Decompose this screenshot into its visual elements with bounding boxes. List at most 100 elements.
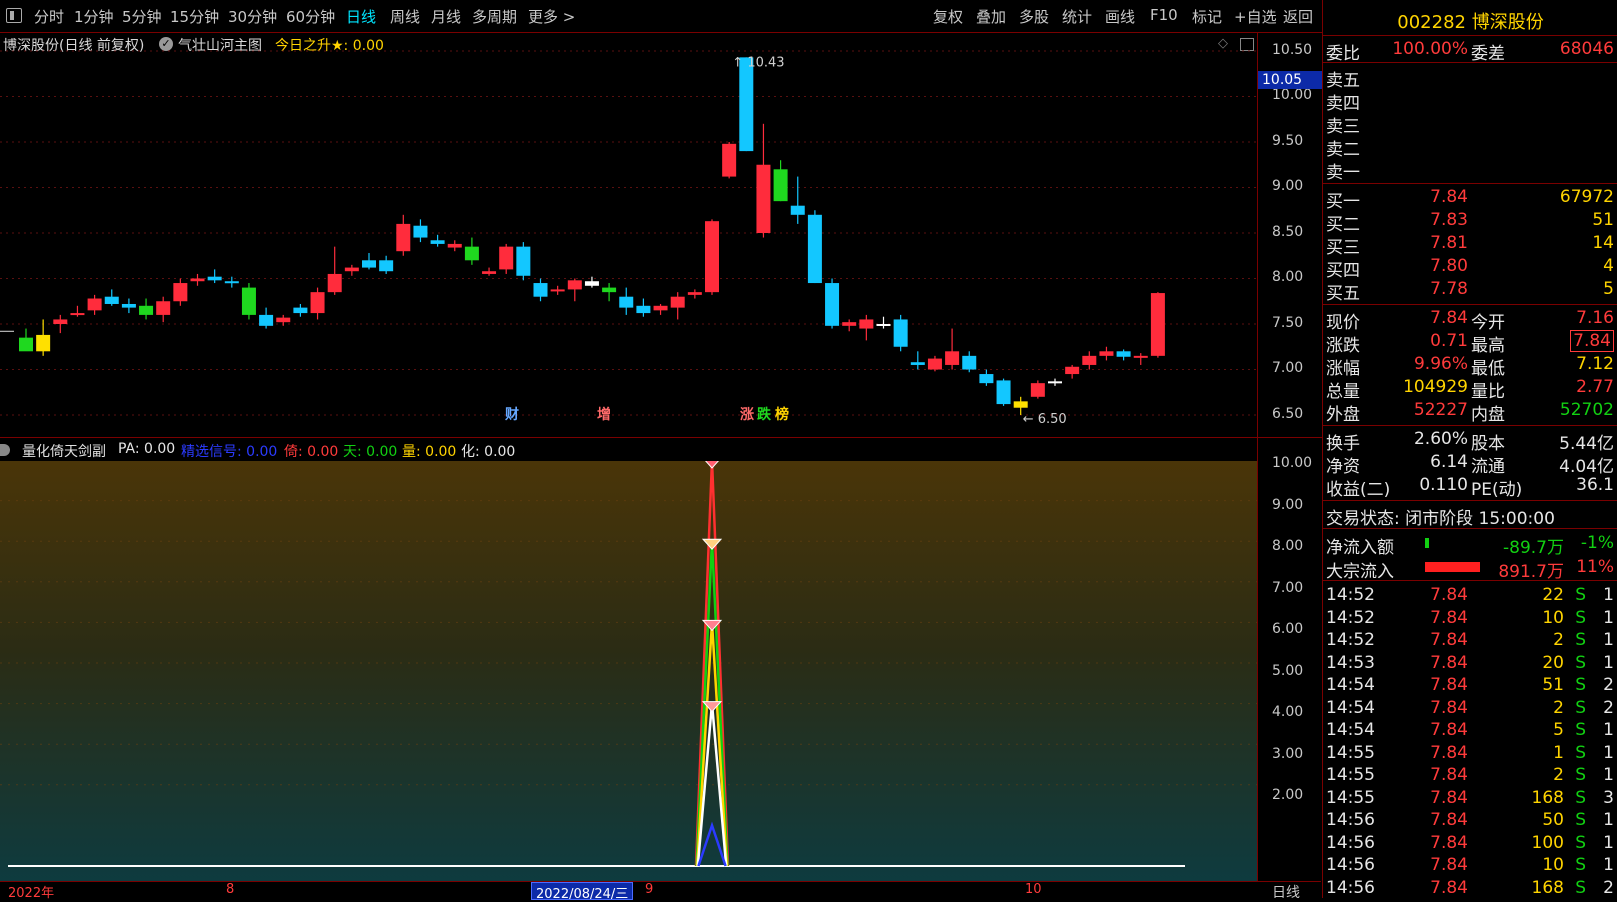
candle[interactable] (996, 378, 1011, 406)
candle[interactable] (156, 296, 171, 323)
candle-body (36, 334, 51, 352)
candle[interactable] (756, 123, 771, 238)
period-multi[interactable]: 多周期 (472, 6, 517, 27)
candle[interactable] (790, 176, 805, 224)
candle[interactable] (705, 219, 719, 295)
period-fenshi[interactable]: 分时 (34, 6, 64, 27)
candle[interactable] (567, 278, 582, 302)
candle[interactable] (927, 355, 942, 372)
candle[interactable] (859, 314, 874, 341)
candle[interactable] (259, 307, 274, 329)
candle[interactable] (396, 214, 411, 256)
candle[interactable] (893, 314, 908, 352)
period-week[interactable]: 周线 (390, 6, 420, 27)
candle[interactable] (602, 283, 617, 302)
candle[interactable] (70, 305, 85, 317)
fuquan-button[interactable]: 复权 (933, 6, 963, 27)
period-30min[interactable]: 30分钟 (228, 6, 277, 27)
candle[interactable] (584, 276, 599, 288)
period-5min[interactable]: 5分钟 (122, 6, 162, 27)
candle[interactable] (910, 351, 925, 370)
candle[interactable] (241, 283, 256, 320)
candle[interactable] (619, 287, 634, 315)
marker-cai[interactable]: 财 (504, 406, 519, 423)
candle[interactable] (670, 292, 685, 320)
stat2-value: 6.14 (1430, 452, 1468, 472)
candle[interactable] (1133, 353, 1148, 365)
candle[interactable] (533, 278, 548, 302)
period-more[interactable]: 更多 > (528, 6, 575, 27)
candle[interactable] (104, 289, 119, 306)
candle[interactable] (1048, 378, 1062, 386)
candle[interactable] (190, 273, 205, 286)
candle[interactable] (876, 316, 891, 329)
candle[interactable] (1082, 351, 1097, 370)
candle[interactable] (842, 319, 857, 332)
overlay-button[interactable]: 叠加 (976, 6, 1006, 27)
candle[interactable] (807, 210, 822, 284)
candle[interactable] (825, 278, 840, 329)
candle[interactable] (362, 253, 376, 270)
candle[interactable] (344, 264, 359, 276)
candle[interactable] (464, 237, 479, 265)
candle[interactable] (722, 142, 737, 179)
candle[interactable] (516, 242, 531, 281)
candle[interactable] (1150, 292, 1165, 358)
candle[interactable] (139, 298, 154, 320)
candle[interactable] (550, 285, 565, 295)
candle[interactable] (53, 314, 68, 334)
candle[interactable] (499, 243, 514, 274)
candle[interactable] (482, 267, 497, 276)
indicator-toggle-icon[interactable] (0, 444, 10, 456)
candle[interactable] (379, 255, 394, 274)
candle[interactable] (224, 276, 239, 288)
candle[interactable] (293, 303, 308, 317)
candle[interactable] (207, 269, 222, 284)
candle[interactable] (19, 328, 33, 352)
marker-die[interactable]: 跌 (757, 407, 772, 423)
marker-zeng[interactable]: 增 (597, 406, 611, 423)
candle[interactable] (310, 287, 325, 320)
candle[interactable] (739, 57, 754, 152)
period-day[interactable]: 日线 (346, 6, 376, 27)
candlestick-chart[interactable]: ↑ 10.43 ← 6.50 财 增 涨跌榜 (0, 33, 1257, 437)
candle[interactable] (962, 351, 977, 373)
candle[interactable] (773, 160, 788, 202)
candle[interactable] (173, 278, 188, 306)
stats-button[interactable]: 统计 (1062, 6, 1092, 27)
candle[interactable] (447, 240, 462, 252)
period-month[interactable]: 月线 (431, 6, 461, 27)
f10-button[interactable]: F10 (1150, 6, 1178, 24)
add-watchlist-button[interactable]: +自选 (1234, 6, 1277, 27)
candle[interactable] (653, 303, 668, 315)
candle[interactable] (1116, 349, 1131, 361)
candle[interactable] (945, 328, 960, 370)
candle[interactable] (979, 369, 994, 386)
candle[interactable] (430, 234, 445, 247)
marker-zhang[interactable]: 涨 (740, 407, 754, 423)
tick-side: S (1575, 652, 1586, 673)
candle[interactable] (1099, 346, 1114, 361)
candle[interactable] (636, 298, 651, 317)
menu-icon[interactable] (6, 8, 22, 23)
candle[interactable] (327, 246, 342, 295)
period-15min[interactable]: 15分钟 (170, 6, 219, 27)
candle[interactable] (1065, 364, 1080, 379)
back-button[interactable]: 返回 (1283, 6, 1313, 27)
candle[interactable] (87, 294, 102, 315)
marker-bang[interactable]: 榜 (775, 406, 789, 423)
sub-indicator-chart[interactable] (0, 461, 1257, 881)
sub-indicator-name[interactable]: 量化倚天剑副 (22, 441, 106, 461)
draw-button[interactable]: 画线 (1105, 6, 1135, 27)
candle[interactable] (1030, 380, 1045, 399)
multi-stock-button[interactable]: 多股 (1019, 6, 1049, 27)
candle[interactable] (36, 319, 51, 356)
tick-volume: 168 (1531, 877, 1564, 898)
sub-y-axis: 10.00 9.00 8.00 7.00 6.00 5.00 4.00 3.00… (1257, 437, 1322, 882)
period-1min[interactable]: 1分钟 (74, 6, 114, 27)
candle[interactable] (121, 298, 136, 314)
mark-button[interactable]: 标记 (1192, 6, 1222, 27)
candle[interactable] (687, 289, 702, 299)
period-60min[interactable]: 60分钟 (286, 6, 335, 27)
candle[interactable] (413, 219, 428, 243)
